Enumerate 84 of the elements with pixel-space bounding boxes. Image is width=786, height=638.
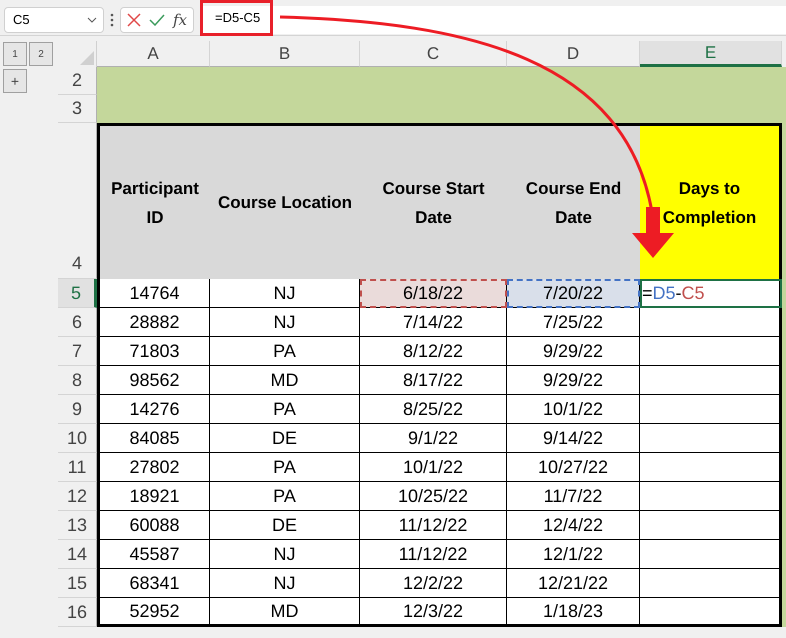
table-cell: 10/25/22 — [360, 482, 507, 511]
table-cell: PA — [210, 395, 360, 424]
table-cell: 10/1/22 — [507, 395, 640, 424]
column-title-cell: Course Location — [210, 123, 360, 279]
table-cell: 9/1/22 — [360, 424, 507, 453]
table-cell: 18921 — [97, 482, 210, 511]
row-header[interactable]: 12 — [58, 482, 97, 511]
column-title-cell: Course End Date — [507, 123, 640, 279]
table-cell: 98562 — [97, 366, 210, 395]
table-cell: 9/29/22 — [507, 366, 640, 395]
row-header[interactable]: 15 — [58, 569, 97, 598]
table-cell: 8/12/22 — [360, 337, 507, 366]
row-header[interactable]: 4 — [58, 123, 97, 279]
table-cell: 45587 — [97, 540, 210, 569]
table-cell: NJ — [210, 540, 360, 569]
table-cell: DE — [210, 424, 360, 453]
insert-function-button[interactable]: fx — [173, 10, 188, 28]
table-cell: 12/21/22 — [507, 569, 640, 598]
row-header[interactable]: 16 — [58, 598, 97, 627]
chevron-down-icon — [87, 16, 97, 22]
table-cell: 11/12/22 — [360, 511, 507, 540]
column-header[interactable]: B — [210, 41, 360, 67]
table-cell: MD — [210, 598, 360, 627]
table-cell: 10/27/22 — [507, 453, 640, 482]
table-cell: 71803 — [97, 337, 210, 366]
table-cell: NJ — [210, 308, 360, 337]
row-header[interactable]: 6 — [58, 308, 97, 337]
row-header[interactable]: 3 — [58, 95, 97, 123]
table-cell: 11/7/22 — [507, 482, 640, 511]
expand-button[interactable]: + — [3, 69, 27, 93]
table-cell: 10/1/22 — [360, 453, 507, 482]
table-cell: 1/18/23 — [507, 598, 640, 627]
table-cell: 27802 — [97, 453, 210, 482]
column-header[interactable]: A — [97, 41, 210, 67]
close-icon[interactable] — [127, 12, 141, 26]
table-cell: 8/17/22 — [360, 366, 507, 395]
column-title-cell: Days to Completion — [640, 123, 782, 279]
column-title-cell: Course Start Date — [360, 123, 507, 279]
row-header[interactable]: 2 — [58, 67, 97, 95]
row-header[interactable]: 9 — [58, 395, 97, 424]
table-cell: 68341 — [97, 569, 210, 598]
table-cell: 8/25/22 — [360, 395, 507, 424]
column-header[interactable]: E — [640, 41, 782, 67]
formula-field[interactable]: =D5-C5 — [200, 0, 274, 36]
table-cell: 60088 — [97, 511, 210, 540]
column-title-cell: Participant ID — [97, 123, 210, 279]
outline-level-button[interactable]: 1 — [3, 42, 27, 66]
table-cell: 6/18/22 — [360, 279, 507, 308]
table-cell: 12/2/22 — [360, 569, 507, 598]
table-cell: 14276 — [97, 395, 210, 424]
table-cell: 7/25/22 — [507, 308, 640, 337]
table-cell: 12/3/22 — [360, 598, 507, 627]
column-header[interactable]: D — [507, 41, 640, 67]
table-cell: 7/20/22 — [507, 279, 640, 308]
table-cell: PA — [210, 482, 360, 511]
table-cell: MD — [210, 366, 360, 395]
table-cell: 52952 — [97, 598, 210, 627]
column-header[interactable]: C — [360, 41, 507, 67]
table-cell: NJ — [210, 569, 360, 598]
row-header[interactable]: 7 — [58, 337, 97, 366]
table-cell: 12/4/22 — [507, 511, 640, 540]
table-cell: 28882 — [97, 308, 210, 337]
table-cell: 9/29/22 — [507, 337, 640, 366]
check-icon[interactable] — [149, 14, 165, 26]
outline-level-button[interactable]: 2 — [29, 42, 53, 66]
row-header[interactable]: 5 — [58, 279, 97, 308]
table-cell: 9/14/22 — [507, 424, 640, 453]
table-cell: PA — [210, 337, 360, 366]
table-cell: PA — [210, 453, 360, 482]
table-cell: NJ — [210, 279, 360, 308]
more-icon[interactable] — [110, 12, 114, 26]
row-header[interactable]: 11 — [58, 453, 97, 482]
table-cell: 7/14/22 — [360, 308, 507, 337]
row-header[interactable]: 8 — [58, 366, 97, 395]
name-box[interactable]: C5 — [4, 6, 104, 32]
row-header[interactable]: 14 — [58, 540, 97, 569]
table-cell: 12/1/22 — [507, 540, 640, 569]
table-cell: 14764 — [97, 279, 210, 308]
formula-cell: =D5-C5 — [640, 279, 782, 308]
row-header[interactable]: 10 — [58, 424, 97, 453]
table-cell: DE — [210, 511, 360, 540]
table-cell: 84085 — [97, 424, 210, 453]
table-cell: 11/12/22 — [360, 540, 507, 569]
row-header[interactable]: 13 — [58, 511, 97, 540]
